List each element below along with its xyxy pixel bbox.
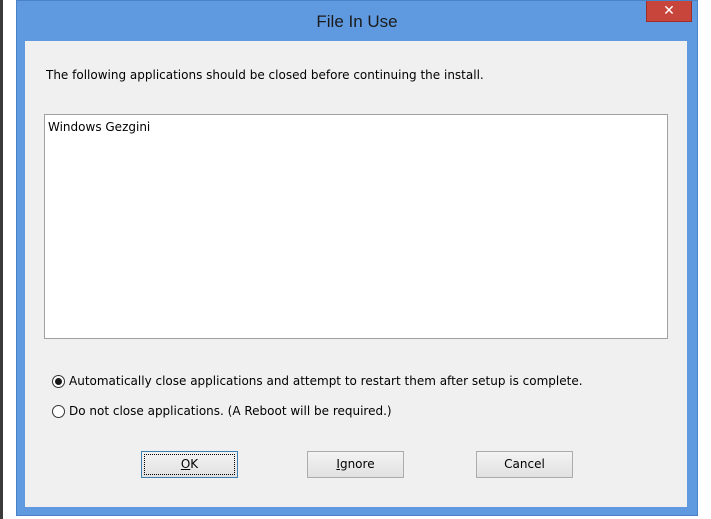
auto-close-label[interactable]: Automatically close applications and att…	[69, 374, 583, 388]
background-window-edge	[0, 0, 3, 519]
dialog-content: The following applications should be clo…	[25, 41, 687, 507]
application-list[interactable]: Windows Gezgini	[44, 114, 668, 339]
ok-button[interactable]: OK	[141, 451, 238, 478]
do-not-close-radio[interactable]	[52, 404, 65, 418]
instruction-text: The following applications should be clo…	[46, 68, 484, 82]
title-bar[interactable]: File In Use ✕	[17, 1, 697, 41]
window-title: File In Use	[316, 12, 398, 31]
cancel-button[interactable]: Cancel	[476, 451, 573, 478]
auto-close-radio[interactable]	[52, 374, 65, 388]
auto-close-option[interactable]: Automatically close applications and att…	[52, 372, 583, 390]
do-not-close-label[interactable]: Do not close applications. (A Reboot wil…	[69, 404, 392, 418]
file-in-use-dialog: File In Use ✕ The following applications…	[16, 0, 698, 516]
close-button[interactable]: ✕	[646, 1, 692, 22]
ignore-label-rest: gnore	[339, 457, 375, 471]
do-not-close-option[interactable]: Do not close applications. (A Reboot wil…	[52, 402, 392, 420]
close-icon: ✕	[663, 3, 675, 19]
ignore-button[interactable]: Ignore	[307, 451, 404, 478]
list-item[interactable]: Windows Gezgini	[48, 120, 150, 134]
focus-rectangle	[144, 454, 235, 475]
cancel-label: Cancel	[504, 457, 545, 471]
